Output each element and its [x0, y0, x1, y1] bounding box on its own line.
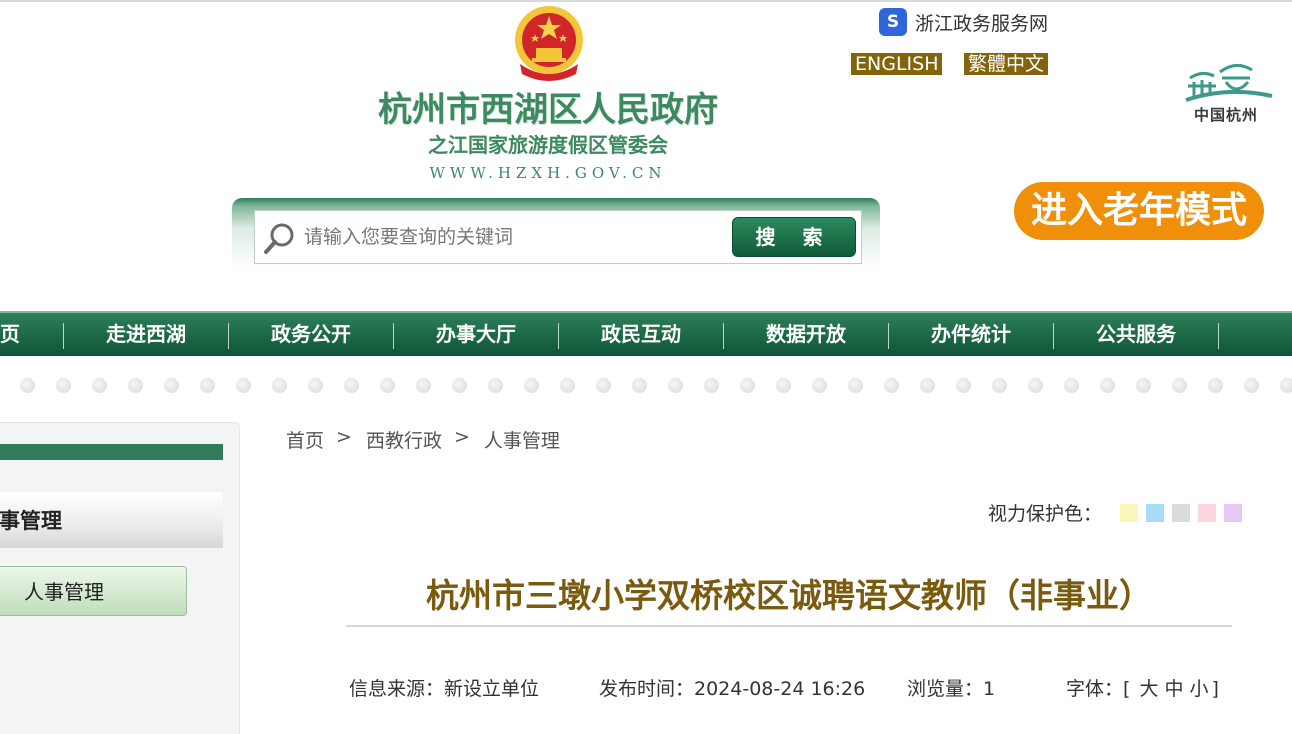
font-size-label: 字体： — [1066, 678, 1124, 700]
decorative-dot — [992, 378, 1007, 393]
nav-item-public-service[interactable]: 公共服务 — [1054, 313, 1218, 356]
nav-divider — [1218, 323, 1219, 349]
decorative-dot — [920, 378, 935, 393]
zj-service-link[interactable]: S 浙江政务服务网 — [879, 8, 1048, 36]
font-size-bracket-open: [ — [1123, 678, 1131, 700]
decorative-dot — [1136, 378, 1151, 393]
decorative-dot — [776, 378, 791, 393]
main-nav: 首页 走进西湖 政务公开 办事大厅 政民互动 数据开放 办件统计 公共服务 — [0, 311, 1292, 356]
breadcrumb-admin[interactable]: 西教行政 — [366, 426, 442, 453]
decorative-dot — [812, 378, 827, 393]
nav-item-gov-info[interactable]: 政务公开 — [229, 313, 393, 356]
decorative-dot — [56, 378, 71, 393]
decorative-dot — [200, 378, 215, 393]
search-button[interactable]: 搜 索 — [732, 217, 856, 257]
font-size-small[interactable]: 小 — [1190, 678, 1209, 700]
article-publish-time: 发布时间：2024-08-24 16:26 — [599, 678, 866, 700]
breadcrumb: 首页 > 西教行政 > 人事管理 — [286, 426, 560, 453]
decorative-dot — [560, 378, 575, 393]
decorative-dot — [92, 378, 107, 393]
breadcrumb-separator: > — [453, 426, 470, 448]
decorative-dot — [1244, 378, 1259, 393]
decorative-dot — [164, 378, 179, 393]
search-input[interactable] — [304, 222, 724, 252]
decorative-dot — [1028, 378, 1043, 393]
decorative-dot — [1100, 378, 1115, 393]
decorative-dot — [380, 378, 395, 393]
decorative-dot — [596, 378, 611, 393]
eye-care-swatch-purple[interactable] — [1224, 503, 1243, 522]
breadcrumb-separator: > — [336, 426, 352, 448]
traditional-chinese-button[interactable]: 繁體中文 — [964, 53, 1049, 75]
breadcrumb-personnel[interactable]: 人事管理 — [484, 426, 560, 453]
nav-item-home[interactable]: 首页 — [0, 313, 60, 356]
site-subtitle: 之江国家旅游度假区管委会 — [428, 133, 668, 157]
decorative-dot — [344, 378, 359, 393]
article-title: 杭州市三墩小学双桥校区诚聘语文教师（非事业） — [426, 576, 1152, 615]
eye-care-colors: 视力保护色： — [988, 499, 1250, 526]
decorative-dot — [1064, 378, 1079, 393]
nav-item-statistics[interactable]: 办件统计 — [889, 313, 1053, 356]
site-title: 杭州市西湖区人民政府 — [378, 90, 718, 130]
nav-item-service-hall[interactable]: 办事大厅 — [394, 313, 558, 356]
zj-service-label: 浙江政务服务网 — [915, 12, 1049, 35]
nav-item-open-data[interactable]: 数据开放 — [724, 313, 888, 356]
eye-care-label: 视力保护色： — [988, 503, 1103, 525]
decorative-dot — [1208, 378, 1223, 393]
decorative-dot — [416, 378, 431, 393]
decorative-dot — [668, 378, 683, 393]
eye-care-swatch-gray[interactable] — [1172, 503, 1191, 522]
decorative-dot — [488, 378, 503, 393]
elder-mode-button[interactable]: 进入老年模式 — [1014, 182, 1264, 240]
decorative-dot — [1172, 378, 1187, 393]
sidebar-title-label: 人事管理 — [0, 509, 62, 533]
zj-service-icon: S — [879, 8, 907, 36]
font-size-bracket-close: ] — [1211, 678, 1219, 700]
decorative-dot — [848, 378, 863, 393]
decorative-dot — [1280, 378, 1292, 393]
decorative-dot — [452, 378, 467, 393]
decorative-dot — [128, 378, 143, 393]
decorative-dot — [956, 378, 971, 393]
decorative-dot — [20, 378, 35, 393]
decorative-dot — [272, 378, 287, 393]
eye-care-swatch-blue[interactable] — [1146, 503, 1165, 522]
font-size-medium[interactable]: 中 — [1165, 678, 1184, 700]
article-views: 浏览量：1 — [907, 678, 996, 700]
decorative-dot — [704, 378, 719, 393]
decorative-dot — [524, 378, 539, 393]
font-size-control: 字体：[ 大中小] — [1066, 674, 1219, 701]
search-icon — [264, 223, 294, 254]
decorative-dot — [632, 378, 647, 393]
article-source: 信息来源：新设立单位 — [349, 678, 540, 700]
title-divider — [346, 625, 1232, 627]
nav-item-interaction[interactable]: 政民互动 — [559, 313, 723, 356]
decorative-dot — [740, 378, 755, 393]
font-size-large[interactable]: 大 — [1139, 678, 1158, 700]
decorative-dots — [0, 370, 1292, 400]
national-emblem-logo — [515, 6, 583, 81]
sidebar-header-bar — [0, 444, 223, 460]
nav-item-about-xihu[interactable]: 走进西湖 — [64, 313, 228, 356]
top-border — [0, 0, 1292, 2]
decorative-dot — [884, 378, 899, 393]
eye-care-swatch-pink[interactable] — [1198, 503, 1217, 522]
site-url: WWW.HZXH.GOV.CN — [429, 164, 667, 182]
sidebar-item-personnel[interactable]: 人事管理 — [0, 566, 187, 616]
decorative-dot — [308, 378, 323, 393]
sidebar-title: 人事管理 — [0, 492, 223, 548]
eye-care-swatch-yellow[interactable] — [1120, 503, 1139, 522]
decorative-dot — [236, 378, 251, 393]
english-button[interactable]: ENGLISH — [851, 53, 943, 75]
hangzhou-logo-text: 中国杭州 — [1193, 106, 1258, 124]
breadcrumb-home[interactable]: 首页 — [286, 426, 324, 453]
